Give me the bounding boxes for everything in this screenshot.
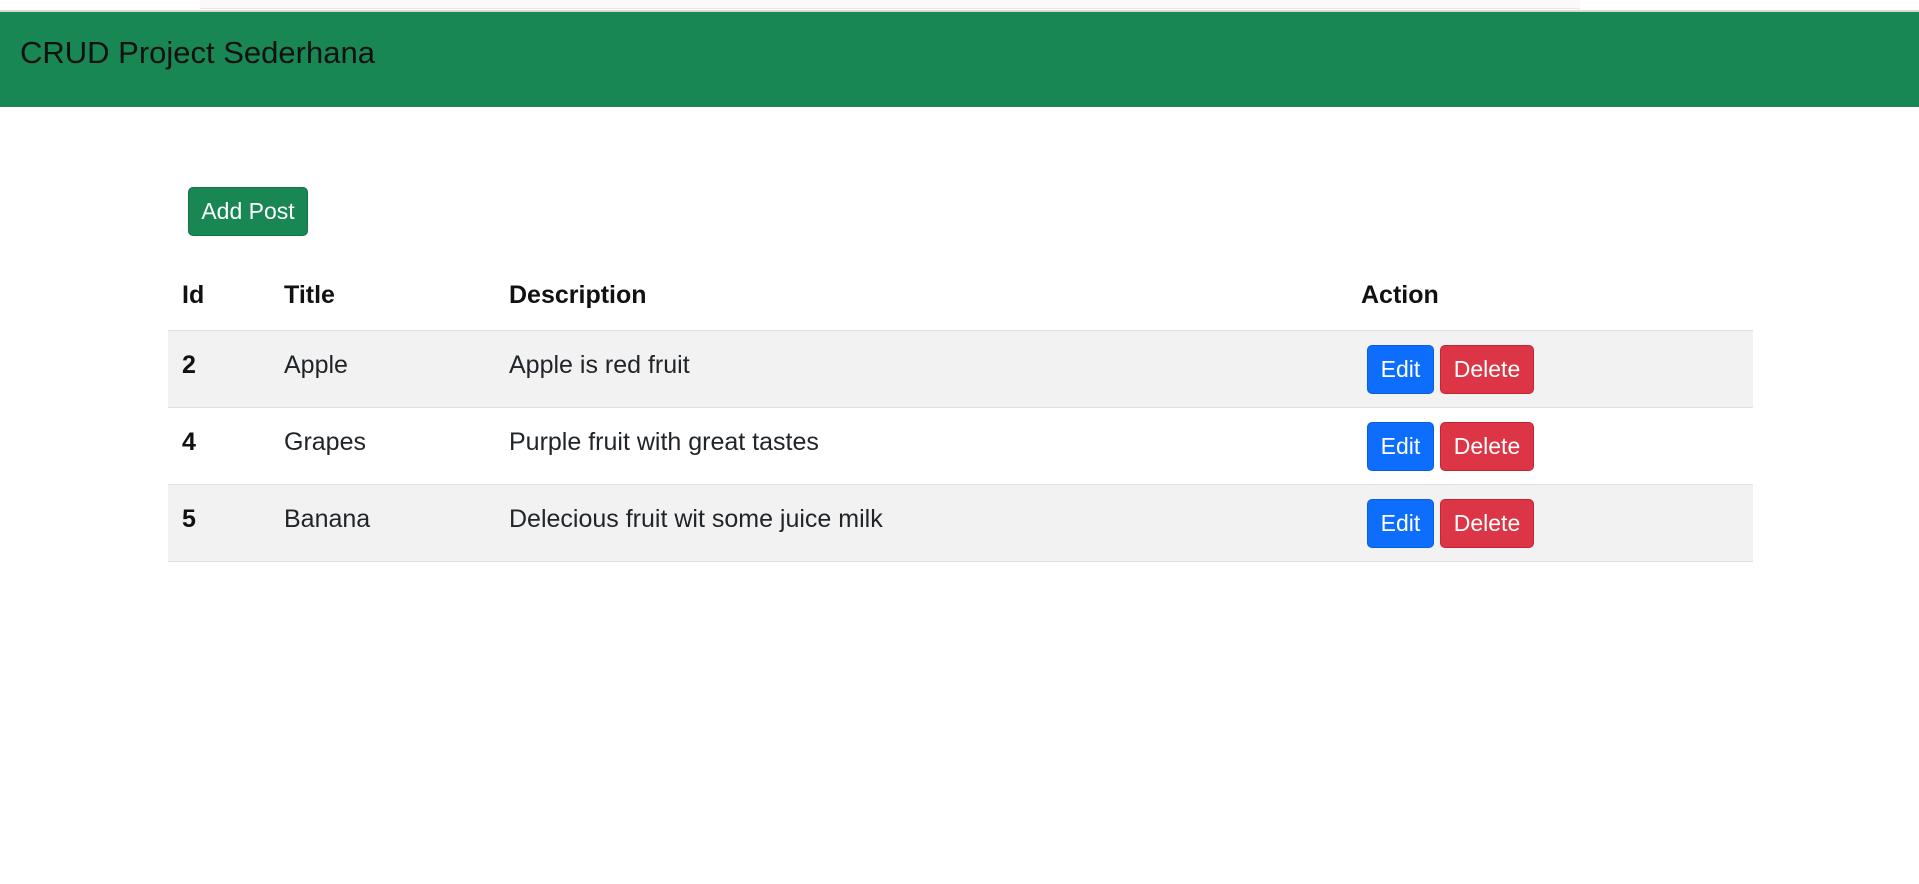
delete-button[interactable]: Delete — [1440, 344, 1534, 394]
table-row: 5 Banana Delecious fruit wit some juice … — [168, 484, 1753, 562]
cell-description: Apple is red fruit — [509, 330, 1361, 408]
add-post-button[interactable]: Add Post — [188, 187, 308, 236]
browser-tab-area — [200, 0, 1580, 9]
cell-id-text: 5 — [182, 504, 196, 533]
cell-title-text: Grapes — [284, 427, 366, 456]
browser-top-strip — [0, 0, 1919, 12]
main-container: Add Post Id Title Description Action 2 A… — [168, 187, 1753, 562]
cell-description-text: Delecious fruit wit some juice milk — [509, 504, 883, 533]
column-header-action: Action — [1361, 280, 1439, 309]
table-header: Id Title Description Action — [168, 260, 1753, 331]
delete-button[interactable]: Delete — [1440, 498, 1534, 548]
cell-action: Edit Delete — [1361, 330, 1753, 408]
column-header-title: Title — [284, 280, 335, 309]
posts-table: Id Title Description Action 2 Apple Appl… — [168, 260, 1753, 562]
table-row: 4 Grapes Purple fruit with great tastes … — [168, 407, 1753, 485]
cell-id: 2 — [168, 330, 284, 408]
cell-id-text: 4 — [182, 427, 196, 456]
navbar-brand[interactable]: CRUD Project Sederhana — [20, 35, 375, 71]
navbar: CRUD Project Sederhana — [0, 12, 1919, 107]
edit-button[interactable]: Edit — [1367, 344, 1434, 394]
cell-title: Grapes — [284, 407, 509, 485]
edit-button[interactable]: Edit — [1367, 498, 1434, 548]
cell-id: 4 — [168, 407, 284, 485]
cell-title-text: Apple — [284, 350, 348, 379]
delete-button[interactable]: Delete — [1440, 421, 1534, 471]
cell-description: Delecious fruit wit some juice milk — [509, 484, 1361, 562]
column-header-description: Description — [509, 280, 647, 309]
table-body: 2 Apple Apple is red fruit Edit Delete 4 … — [168, 330, 1753, 562]
edit-button[interactable]: Edit — [1367, 421, 1434, 471]
cell-description-text: Purple fruit with great tastes — [509, 427, 819, 456]
table-row: 2 Apple Apple is red fruit Edit Delete — [168, 330, 1753, 408]
cell-title: Apple — [284, 330, 509, 408]
cell-title: Banana — [284, 484, 509, 562]
cell-action: Edit Delete — [1361, 407, 1753, 485]
cell-description: Purple fruit with great tastes — [509, 407, 1361, 485]
column-header-id: Id — [182, 280, 205, 309]
cell-description-text: Apple is red fruit — [509, 350, 690, 379]
cell-action: Edit Delete — [1361, 484, 1753, 562]
cell-id: 5 — [168, 484, 284, 562]
cell-id-text: 2 — [182, 350, 196, 379]
cell-title-text: Banana — [284, 504, 371, 533]
